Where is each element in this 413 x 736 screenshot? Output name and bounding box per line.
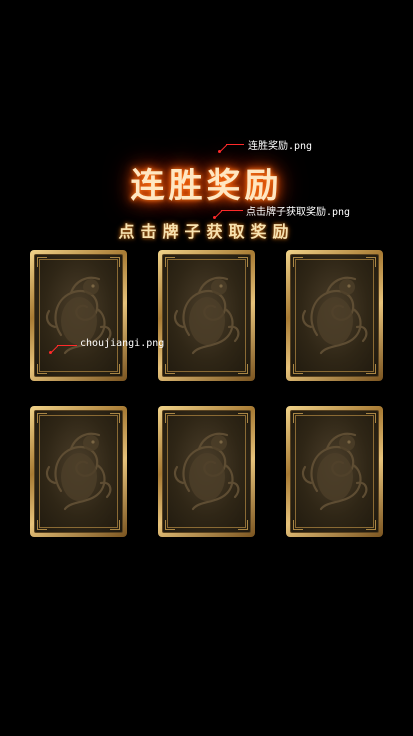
- card-face: [34, 254, 123, 377]
- reward-screen: 连胜奖励 点击牌子获取奖励 连胜奖励.png 点击牌子获取奖励.png chou…: [0, 0, 413, 736]
- reward-card-4[interactable]: [30, 406, 127, 537]
- dragon-icon: [301, 276, 368, 355]
- dragon-icon: [173, 276, 240, 355]
- dragon-icon: [173, 432, 240, 511]
- annotation-line: [215, 210, 223, 218]
- annotation-line: [226, 144, 244, 145]
- reward-card-5[interactable]: [158, 406, 255, 537]
- annotation-card-file: choujiangi.png: [80, 338, 165, 349]
- card-face: [162, 410, 251, 533]
- annotation-line: [220, 144, 228, 152]
- page-title: 连胜奖励: [130, 166, 283, 206]
- annotation-subtitle-file: 点击牌子获取奖励.png: [246, 207, 351, 218]
- card-face: [290, 254, 379, 377]
- dragon-icon: [45, 432, 112, 511]
- annotation-line: [57, 345, 77, 346]
- reward-card-1[interactable]: [30, 250, 127, 381]
- annotation-title-file: 连胜奖励.png: [248, 141, 313, 152]
- page-subtitle: 点击牌子获取奖励: [118, 222, 295, 241]
- reward-card-6[interactable]: [286, 406, 383, 537]
- dragon-icon: [301, 432, 368, 511]
- reward-card-2[interactable]: [158, 250, 255, 381]
- card-face: [34, 410, 123, 533]
- annotation-line: [221, 210, 243, 211]
- reward-card-3[interactable]: [286, 250, 383, 381]
- card-face: [162, 254, 251, 377]
- card-face: [290, 410, 379, 533]
